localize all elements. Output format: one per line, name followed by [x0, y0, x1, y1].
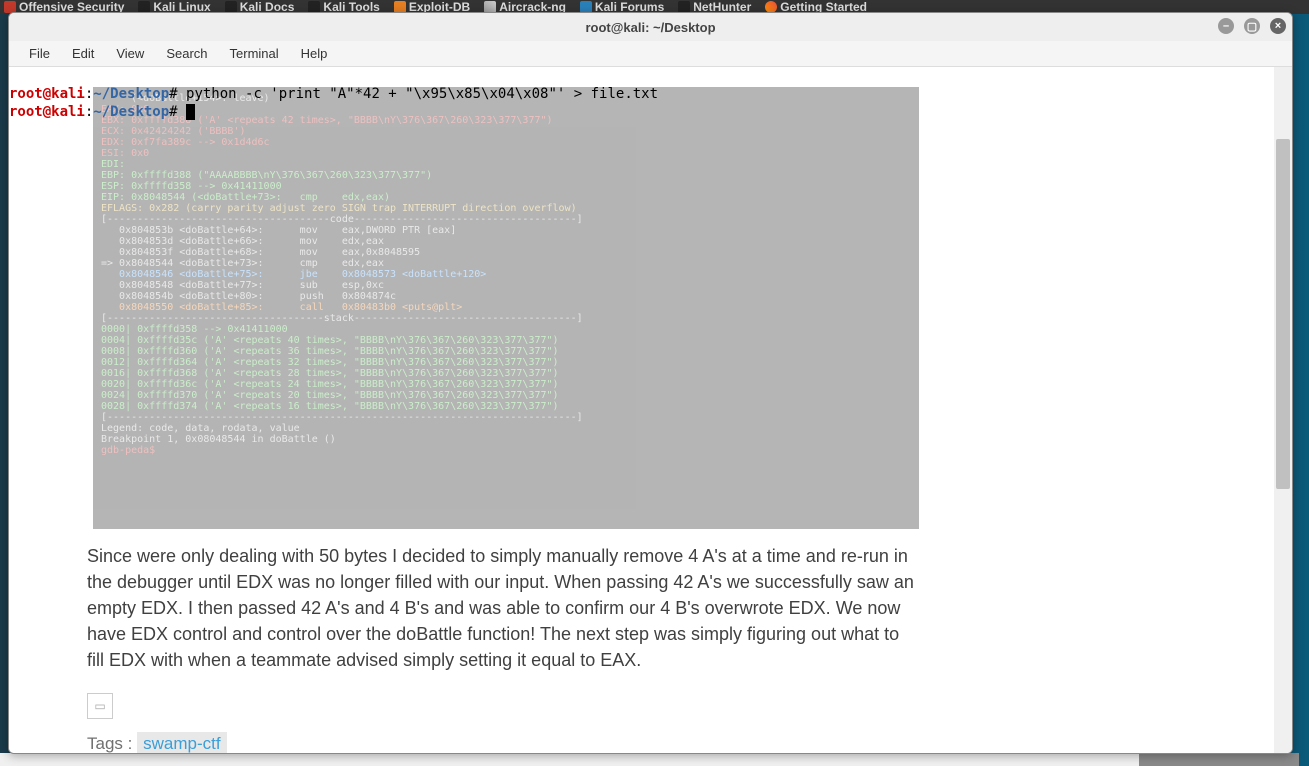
menu-bar: File Edit View Search Terminal Help	[9, 41, 1292, 67]
scroll-thumb[interactable]	[1139, 753, 1299, 766]
tags-label: Tags :	[87, 734, 132, 753]
menu-file[interactable]: File	[19, 44, 60, 63]
gdb-peda-output: (<doBattle+154>: leave)EAX: 0x0EBX: 0xff…	[93, 87, 919, 529]
tag-link[interactable]: swamp-ctf	[137, 732, 226, 753]
menu-terminal[interactable]: Terminal	[220, 44, 289, 63]
tags-line: Tags : swamp-ctf	[87, 731, 917, 753]
vertical-scrollbar[interactable]	[1274, 67, 1292, 753]
article-body: Since were only dealing with 50 bytes I …	[87, 543, 917, 753]
horizontal-scrollbar[interactable]	[0, 753, 1299, 766]
menu-search[interactable]: Search	[156, 44, 217, 63]
prompt-path: ~/Desktop	[93, 86, 169, 102]
terminal-window: root@kali: ~/Desktop – ▢ × File Edit Vie…	[8, 12, 1293, 754]
maximize-button[interactable]: ▢	[1244, 18, 1260, 34]
prompt-user: root@kali	[9, 86, 85, 102]
prompt-user: root@kali	[9, 104, 85, 120]
menu-view[interactable]: View	[106, 44, 154, 63]
scroll-thumb[interactable]	[1276, 139, 1290, 489]
terminal-body[interactable]: (<doBattle+154>: leave)EAX: 0x0EBX: 0xff…	[9, 67, 1292, 753]
window-title: root@kali: ~/Desktop	[585, 20, 715, 35]
window-titlebar: root@kali: ~/Desktop – ▢ ×	[9, 13, 1292, 41]
command-text: python -c 'print "A"*42 + "\x95\x85\x04\…	[178, 86, 658, 102]
terminal-text: root@kali:~/Desktop# python -c 'print "A…	[9, 67, 1274, 139]
cursor-icon	[186, 104, 195, 120]
minimize-button[interactable]: –	[1218, 18, 1234, 34]
menu-help[interactable]: Help	[291, 44, 338, 63]
article-paragraph: Since were only dealing with 50 bytes I …	[87, 543, 917, 673]
image-thumbnail[interactable]: ▭	[87, 693, 113, 719]
prompt-path: ~/Desktop	[93, 104, 169, 120]
menu-edit[interactable]: Edit	[62, 44, 104, 63]
close-button[interactable]: ×	[1270, 18, 1286, 34]
image-icon: ▭	[94, 693, 105, 719]
window-buttons: – ▢ ×	[1218, 18, 1286, 34]
